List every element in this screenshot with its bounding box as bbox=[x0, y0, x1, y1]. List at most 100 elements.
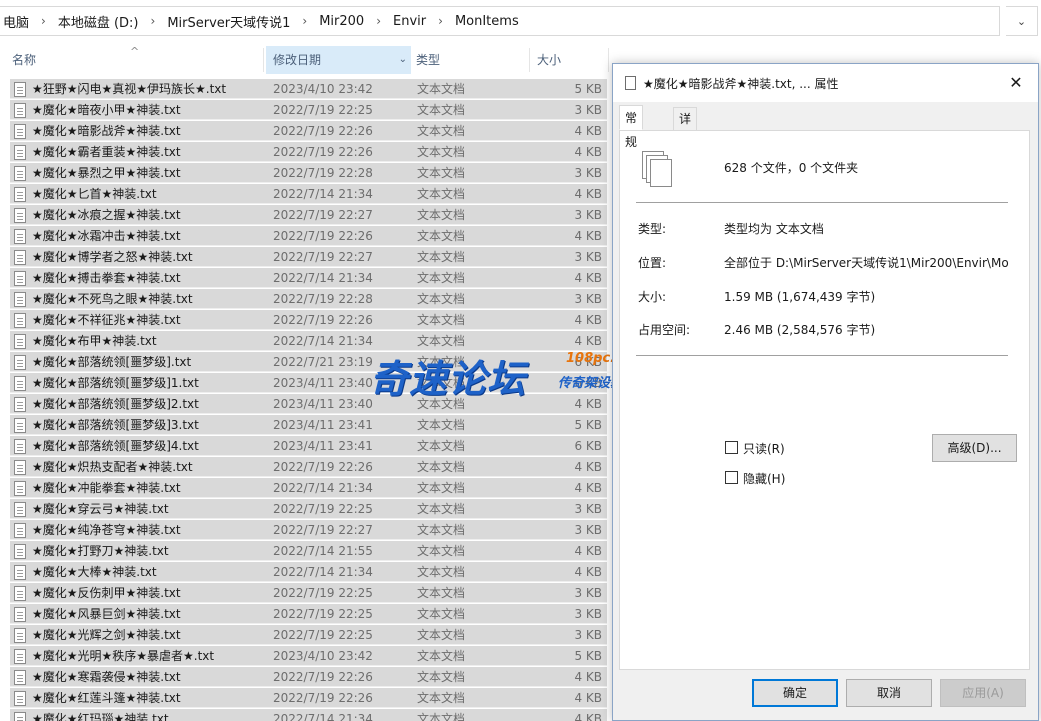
file-row[interactable]: ★魔化★冰痕之握★神装.txt 2022/7/19 22:27 文本文档 3 KB bbox=[10, 205, 607, 225]
file-row[interactable]: ★魔化★大棒★神装.txt 2022/7/14 21:34 文本文档 4 KB bbox=[10, 562, 607, 582]
tab-details[interactable]: 详细信息 bbox=[673, 107, 698, 192]
file-row[interactable]: ★魔化★寒霜袭侵★神装.txt 2022/7/19 22:26 文本文档 4 KB bbox=[10, 667, 607, 687]
file-row[interactable]: ★魔化★博学者之怒★神装.txt 2022/7/19 22:27 文本文档 3 KB bbox=[10, 247, 607, 267]
breadcrumb-item[interactable]: MonItems bbox=[451, 14, 523, 29]
file-type: 文本文档 bbox=[417, 586, 466, 600]
text-file-icon bbox=[14, 292, 26, 307]
text-file-icon bbox=[14, 250, 26, 265]
file-row[interactable]: ★魔化★反伤刺甲★神装.txt 2022/7/19 22:25 文本文档 3 KB bbox=[10, 583, 607, 603]
file-name: ★魔化★纯净苍穹★神装.txt bbox=[32, 523, 181, 537]
file-date: 2022/7/19 22:25 bbox=[273, 586, 373, 600]
file-type: 文本文档 bbox=[417, 691, 466, 705]
file-name: ★魔化★红玛瑙★神装.txt bbox=[32, 712, 169, 721]
hidden-label[interactable]: 隐藏(H) bbox=[743, 470, 785, 487]
text-file-icon bbox=[14, 418, 26, 433]
file-name: ★魔化★不祥征兆★神装.txt bbox=[32, 313, 181, 327]
file-row[interactable]: ★魔化★风暴巨剑★神装.txt 2022/7/19 22:25 文本文档 3 KB bbox=[10, 604, 607, 624]
file-type: 文本文档 bbox=[417, 502, 466, 516]
breadcrumb-item[interactable]: Mir200 bbox=[315, 14, 368, 29]
chevron-right-icon[interactable]: › bbox=[368, 14, 389, 28]
file-row[interactable]: ★魔化★冰霜冲击★神装.txt 2022/7/19 22:26 文本文档 4 KB bbox=[10, 226, 607, 246]
column-type[interactable]: 类型 bbox=[411, 46, 530, 74]
file-size: 3 KB bbox=[574, 103, 602, 117]
text-file-icon bbox=[14, 334, 26, 349]
chevron-down-icon[interactable]: ⌄ bbox=[399, 46, 407, 74]
hidden-checkbox[interactable] bbox=[725, 471, 738, 484]
file-row[interactable]: ★魔化★匕首★神装.txt 2022/7/14 21:34 文本文档 4 KB bbox=[10, 184, 607, 204]
dialog-titlebar[interactable]: ★魔化★暗影战斧★神装.txt, ... 属性 ✕ bbox=[613, 64, 1038, 102]
breadcrumb[interactable]: 电脑 › 本地磁盘 (D:) › MirServer天域传说1 › Mir200… bbox=[0, 6, 1000, 36]
chevron-right-icon[interactable]: › bbox=[430, 14, 451, 28]
file-row[interactable]: ★魔化★炽热支配者★神装.txt 2022/7/19 22:26 文本文档 4 KB bbox=[10, 457, 607, 477]
advanced-button[interactable]: 高级(D)... bbox=[932, 434, 1017, 462]
file-row[interactable]: ★魔化★部落统领[噩梦级]4.txt 2023/4/11 23:41 文本文档 6 K… bbox=[10, 436, 607, 456]
file-row[interactable]: ★魔化★光辉之剑★神装.txt 2022/7/19 22:25 文本文档 3 KB bbox=[10, 625, 607, 645]
file-row[interactable]: ★魔化★暗影战斧★神装.txt 2022/7/19 22:26 文本文档 4 KB bbox=[10, 121, 607, 141]
file-name: ★魔化★部落统领[噩梦级]3.txt bbox=[32, 418, 199, 432]
tab-general[interactable]: 常规 bbox=[619, 105, 644, 149]
file-name: ★魔化★红莲斗篷★神装.txt bbox=[32, 691, 181, 705]
file-date: 2023/4/11 23:41 bbox=[273, 439, 373, 453]
file-row[interactable]: ★魔化★红莲斗篷★神装.txt 2022/7/19 22:26 文本文档 4 KB bbox=[10, 688, 607, 708]
file-date: 2023/4/11 23:40 bbox=[273, 397, 373, 411]
apply-button[interactable]: 应用(A) bbox=[940, 679, 1026, 707]
file-size: 4 KB bbox=[574, 271, 602, 285]
file-row[interactable]: ★魔化★不祥征兆★神装.txt 2022/7/19 22:26 文本文档 4 KB bbox=[10, 310, 607, 330]
column-size[interactable]: 大小 bbox=[531, 46, 609, 74]
file-size: 5 KB bbox=[574, 418, 602, 432]
chevron-right-icon[interactable]: › bbox=[294, 14, 315, 28]
file-size: 4 KB bbox=[574, 565, 602, 579]
type-label: 类型: bbox=[638, 222, 667, 236]
file-row[interactable]: ★魔化★纯净苍穹★神装.txt 2022/7/19 22:27 文本文档 3 KB bbox=[10, 520, 607, 540]
file-date: 2022/7/19 22:28 bbox=[273, 166, 373, 180]
readonly-label[interactable]: 只读(R) bbox=[743, 440, 785, 457]
text-file-icon bbox=[14, 229, 26, 244]
file-date: 2023/4/11 23:40 bbox=[273, 376, 373, 390]
chevron-right-icon[interactable]: › bbox=[143, 14, 164, 28]
text-file-icon bbox=[14, 439, 26, 454]
file-type: 文本文档 bbox=[417, 229, 466, 243]
readonly-checkbox[interactable] bbox=[725, 441, 738, 454]
file-row[interactable]: ★魔化★穿云弓★神装.txt 2022/7/19 22:25 文本文档 3 KB bbox=[10, 499, 607, 519]
file-row[interactable]: ★魔化★红玛瑙★神装.txt 2022/7/14 21:34 文本文档 4 KB bbox=[10, 709, 607, 721]
breadcrumb-item[interactable]: 本地磁盘 (D:) bbox=[54, 12, 143, 31]
file-row[interactable]: ★魔化★打野刀★神装.txt 2022/7/14 21:55 文本文档 4 KB bbox=[10, 541, 607, 561]
file-row[interactable]: ★狂野★闪电★真视★伊玛族长★.txt 2023/4/10 23:42 文本文档 5 … bbox=[10, 79, 607, 99]
column-name[interactable]: ^ 名称 bbox=[0, 45, 264, 74]
file-size: 3 KB bbox=[574, 292, 602, 306]
cancel-button[interactable]: 取消 bbox=[846, 679, 932, 707]
file-date: 2022/7/19 22:26 bbox=[273, 691, 373, 705]
file-size: 4 KB bbox=[574, 481, 602, 495]
chevron-right-icon[interactable]: › bbox=[33, 14, 54, 28]
file-date: 2022/7/19 22:26 bbox=[273, 145, 373, 159]
file-date: 2022/7/14 21:34 bbox=[273, 481, 373, 495]
file-size: 3 KB bbox=[574, 628, 602, 642]
file-row[interactable]: ★魔化★部落统领[噩梦级]3.txt 2023/4/11 23:41 文本文档 5 K… bbox=[10, 415, 607, 435]
column-header: ^ 名称 修改日期 ⌄ 类型 大小 bbox=[0, 45, 612, 74]
file-row[interactable]: ★魔化★霸者重装★神装.txt 2022/7/19 22:26 文本文档 4 KB bbox=[10, 142, 607, 162]
breadcrumb-item[interactable]: 电脑 bbox=[0, 12, 33, 31]
text-file-icon bbox=[14, 145, 26, 160]
file-row[interactable]: ★魔化★搏击拳套★神装.txt 2022/7/14 21:34 文本文档 4 KB bbox=[10, 268, 607, 288]
close-button[interactable]: ✕ bbox=[994, 64, 1038, 102]
file-name: ★魔化★部落统领[噩梦级]4.txt bbox=[32, 439, 199, 453]
history-dropdown-button[interactable]: ⌄ bbox=[1006, 6, 1038, 36]
selection-summary: 628 个文件，0 个文件夹 bbox=[724, 161, 859, 175]
file-type: 文本文档 bbox=[417, 544, 466, 558]
file-row[interactable]: ★魔化★不死鸟之眼★神装.txt 2022/7/19 22:28 文本文档 3 KB bbox=[10, 289, 607, 309]
file-date: 2022/7/19 22:25 bbox=[273, 502, 373, 516]
ok-button[interactable]: 确定 bbox=[752, 679, 838, 707]
file-row[interactable]: ★魔化★光明★秩序★暴虐者★.txt 2023/4/10 23:42 文本文档 5 K… bbox=[10, 646, 607, 666]
breadcrumb-item[interactable]: Envir bbox=[389, 14, 430, 29]
file-type: 文本文档 bbox=[417, 166, 466, 180]
divider bbox=[636, 202, 1008, 203]
size-on-disk-label: 占用空间: bbox=[638, 323, 691, 337]
breadcrumb-item[interactable]: MirServer天域传说1 bbox=[163, 12, 294, 31]
file-name: ★魔化★光明★秩序★暴虐者★.txt bbox=[32, 649, 215, 663]
file-row[interactable]: ★魔化★暴烈之甲★神装.txt 2022/7/19 22:28 文本文档 3 KB bbox=[10, 163, 607, 183]
file-row[interactable]: ★魔化★冲能拳套★神装.txt 2022/7/14 21:34 文本文档 4 KB bbox=[10, 478, 607, 498]
file-name: ★魔化★冲能拳套★神装.txt bbox=[32, 481, 181, 495]
file-name: ★魔化★部落统领[噩梦级]1.txt bbox=[32, 376, 199, 390]
column-date[interactable]: 修改日期 ⌄ bbox=[266, 46, 411, 74]
file-row[interactable]: ★魔化★暗夜小甲★神装.txt 2022/7/19 22:25 文本文档 3 KB bbox=[10, 100, 607, 120]
